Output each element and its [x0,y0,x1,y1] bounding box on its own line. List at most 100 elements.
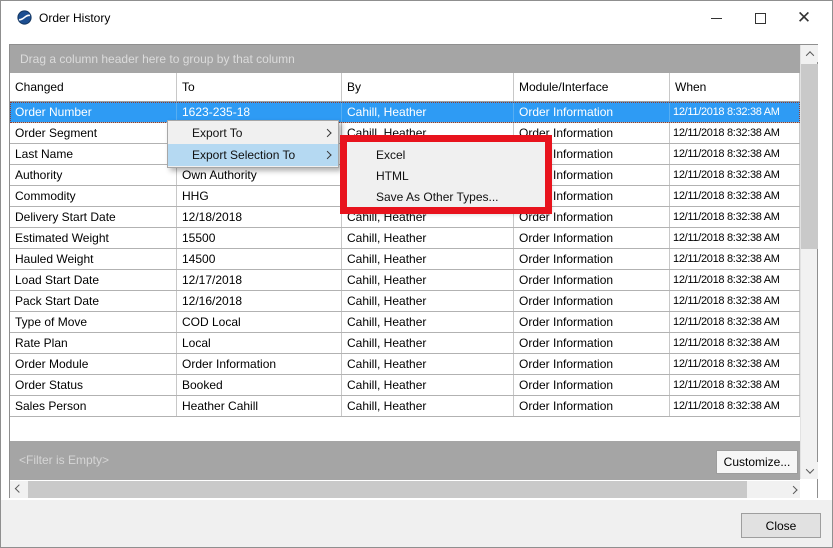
cell-by: Cahill, Heather [342,375,514,395]
cell-changed: Order Segment [10,123,177,143]
cell-to: 15500 [177,228,342,248]
chevron-down-icon [805,465,813,473]
table-row[interactable]: Load Start Date 12/17/2018 Cahill, Heath… [10,270,800,291]
cell-to: 1623-235-18 [177,102,342,122]
cell-by: Cahill, Heather [342,333,514,353]
column-header[interactable]: When [670,73,800,101]
minimize-icon [711,18,722,19]
cell-to: Local [177,333,342,353]
context-menu-item[interactable]: Export To [168,122,338,144]
cell-by: Cahill, Heather [342,249,514,269]
cell-to: 14500 [177,249,342,269]
table-row[interactable]: Delivery Start Date 12/18/2018 Cahill, H… [10,207,800,228]
column-header[interactable]: To [177,73,342,101]
cell-to: HHG [177,186,342,206]
cell-module-interface: Order Information [514,102,670,122]
cell-module-interface: Order Information [514,354,670,374]
submenu-arrow-icon [323,130,329,136]
vertical-scrollbar[interactable] [800,45,817,479]
cell-when: 12/11/2018 8:32:38 AM [670,270,800,290]
customize-button[interactable]: Customize... [716,450,798,474]
cell-module-interface: Order Information [514,396,670,416]
maximize-icon [755,13,766,24]
close-window-button[interactable]: ✕ [782,5,826,31]
context-menu-item[interactable]: Export Selection To [168,144,338,166]
cell-to: COD Local [177,312,342,332]
scroll-up-button[interactable] [801,45,818,62]
context-menu-item-label: Export Selection To [192,148,295,162]
cell-changed: Sales Person [10,396,177,416]
cell-to: 12/16/2018 [177,291,342,311]
scroll-down-button[interactable] [801,462,818,479]
cell-when: 12/11/2018 8:32:38 AM [670,396,800,416]
cell-module-interface: Order Information [514,123,670,143]
table-row[interactable]: Estimated Weight 15500 Cahill, Heather O… [10,228,800,249]
horizontal-scrollbar-thumb[interactable] [28,481,747,498]
cell-changed: Hauled Weight [10,249,177,269]
table-row[interactable]: Order Status Booked Cahill, Heather Orde… [10,375,800,396]
chevron-up-icon [805,51,813,59]
cell-module-interface: Order Information [514,291,670,311]
table-row[interactable]: Order Module Order Information Cahill, H… [10,354,800,375]
cell-changed: Order Module [10,354,177,374]
cell-changed: Load Start Date [10,270,177,290]
cell-by: Cahill, Heather [342,354,514,374]
cell-by: Cahill, Heather [342,312,514,332]
filter-bar: <Filter is Empty> [10,441,800,480]
column-header[interactable]: Changed [10,73,177,101]
cell-changed: Pack Start Date [10,291,177,311]
group-by-hint: Drag a column header here to group by th… [20,52,295,66]
cell-to: 12/17/2018 [177,270,342,290]
column-header[interactable]: Module/Interface [514,73,670,101]
cell-when: 12/11/2018 8:32:38 AM [670,165,800,185]
column-header-row: ChangedToByModule/InterfaceWhen [10,73,800,102]
submenu-item[interactable]: Save As Other Types... [346,186,546,207]
cell-changed: Authority [10,165,177,185]
table-row[interactable]: Pack Start Date 12/16/2018 Cahill, Heath… [10,291,800,312]
close-button[interactable]: Close [741,513,821,538]
filter-status-text: <Filter is Empty> [19,453,109,467]
cell-by: Cahill, Heather [342,396,514,416]
table-row[interactable]: Hauled Weight 14500 Cahill, Heather Orde… [10,249,800,270]
customize-button-label: Customize... [724,455,791,469]
chevron-left-icon [14,484,22,492]
context-menu-item-label: Export To [192,126,242,140]
cell-module-interface: Order Information [514,375,670,395]
cell-when: 12/11/2018 8:32:38 AM [670,291,800,311]
submenu-item[interactable]: HTML [346,165,546,186]
cell-when: 12/11/2018 8:32:38 AM [670,333,800,353]
cell-to: Own Authority [177,165,342,185]
table-row[interactable]: Rate Plan Local Cahill, Heather Order In… [10,333,800,354]
close-button-label: Close [766,519,797,533]
cell-to: 12/18/2018 [177,207,342,227]
scroll-right-button[interactable] [783,481,800,498]
cell-changed: Rate Plan [10,333,177,353]
cell-module-interface: Order Information [514,207,670,227]
cell-by: Cahill, Heather [342,123,514,143]
group-by-panel[interactable]: Drag a column header here to group by th… [10,45,800,73]
table-row[interactable]: Order Number 1623-235-18 Cahill, Heather… [10,102,800,123]
minimize-button[interactable] [694,5,738,31]
window-title: Order History [39,11,110,25]
horizontal-scrollbar[interactable] [10,481,800,498]
cell-when: 12/11/2018 8:32:38 AM [670,186,800,206]
cell-changed: Last Name [10,144,177,164]
cell-by: Cahill, Heather [342,102,514,122]
maximize-button[interactable] [738,5,782,31]
order-history-grid: Drag a column header here to group by th… [9,44,818,499]
table-row[interactable]: Sales Person Heather Cahill Cahill, Heat… [10,396,800,417]
cell-to: Booked [177,375,342,395]
close-icon: ✕ [797,10,811,27]
submenu-item[interactable]: Excel [346,144,546,165]
cell-changed: Estimated Weight [10,228,177,248]
cell-module-interface: Order Information [514,249,670,269]
cell-by: Cahill, Heather [342,207,514,227]
cell-when: 12/11/2018 8:32:38 AM [670,228,800,248]
vertical-scrollbar-thumb[interactable] [801,64,818,249]
cell-by: Cahill, Heather [342,228,514,248]
window-controls: ✕ [694,5,826,31]
table-row[interactable]: Type of Move COD Local Cahill, Heather O… [10,312,800,333]
cell-module-interface: Order Information [514,228,670,248]
column-header[interactable]: By [342,73,514,101]
scroll-left-button[interactable] [10,481,27,498]
